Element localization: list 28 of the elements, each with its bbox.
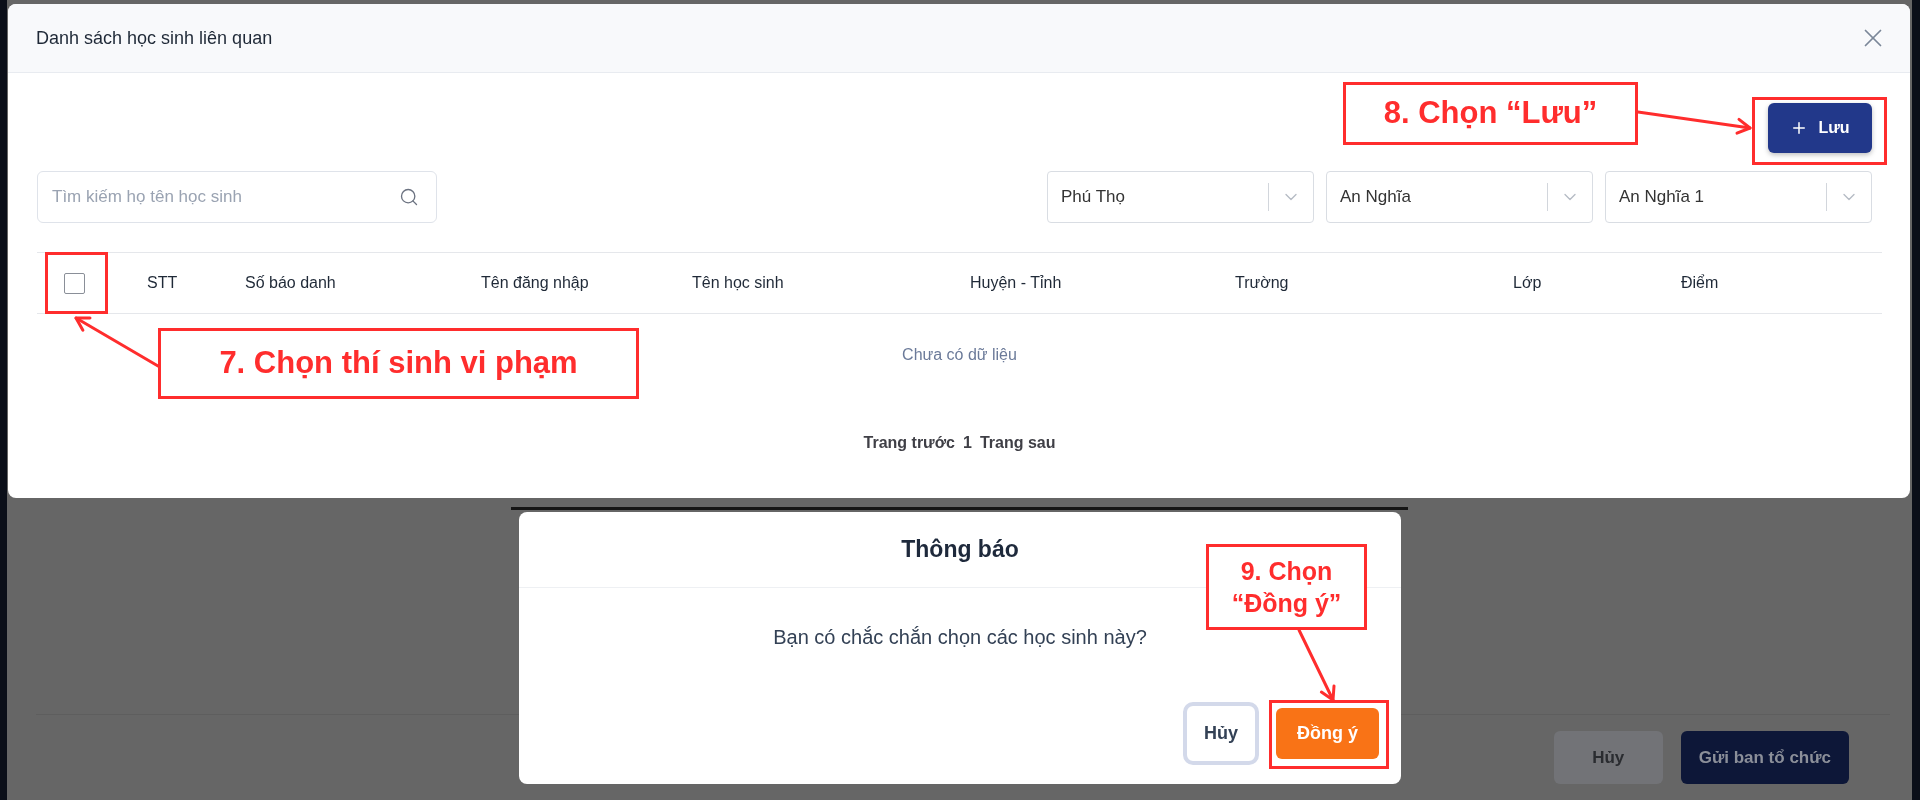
filter-select[interactable]: An Nghĩa 1 (1605, 171, 1872, 223)
filter-select[interactable]: Phú Thọ (1047, 171, 1314, 223)
footer-confirm-button[interactable]: Gửi ban tổ chức (1680, 731, 1849, 784)
column-header: Tên đăng nhập (481, 274, 590, 292)
callout-label: 7. Chọn thí sinh vi phạm (158, 328, 639, 399)
search-icon (399, 187, 419, 207)
page-number-link[interactable]: 1 (962, 434, 972, 452)
column-header: Số báo danh (245, 274, 337, 292)
save-button[interactable]: Lưu (1768, 103, 1872, 153)
next-page-link[interactable]: Trang sau (979, 434, 1056, 452)
column-header: STT (147, 274, 179, 292)
column-header: Lớp (1513, 274, 1543, 292)
modal-title: Danh sách học sinh liên quan (36, 27, 273, 49)
search-field[interactable]: Tìm kiếm họ tên học sinh (37, 171, 437, 223)
highlight-frame (45, 252, 108, 314)
dialog-cancel-button[interactable]: Hủy (1183, 702, 1259, 765)
callout-label: 9. Chọn “Đồng ý” (1206, 544, 1367, 630)
callout-label: 8. Chọn “Lưu” (1343, 82, 1638, 145)
column-header: Tên học sinh (692, 274, 785, 292)
previous-page-link[interactable]: Trang trước (863, 434, 955, 452)
dialog-message: Bạn có chắc chắn chọn các học sinh này? (772, 625, 1148, 649)
column-header: Trường (1235, 274, 1290, 292)
column-header: Điểm (1681, 274, 1720, 292)
empty-table-text: Chưa có dữ liệu (902, 346, 1017, 364)
column-header: Huyện - Tỉnh (970, 274, 1063, 292)
dialog-title: Thông báo (901, 536, 1019, 563)
filter-select[interactable]: An Nghĩa (1326, 171, 1593, 223)
select-all-checkbox[interactable] (64, 272, 85, 294)
